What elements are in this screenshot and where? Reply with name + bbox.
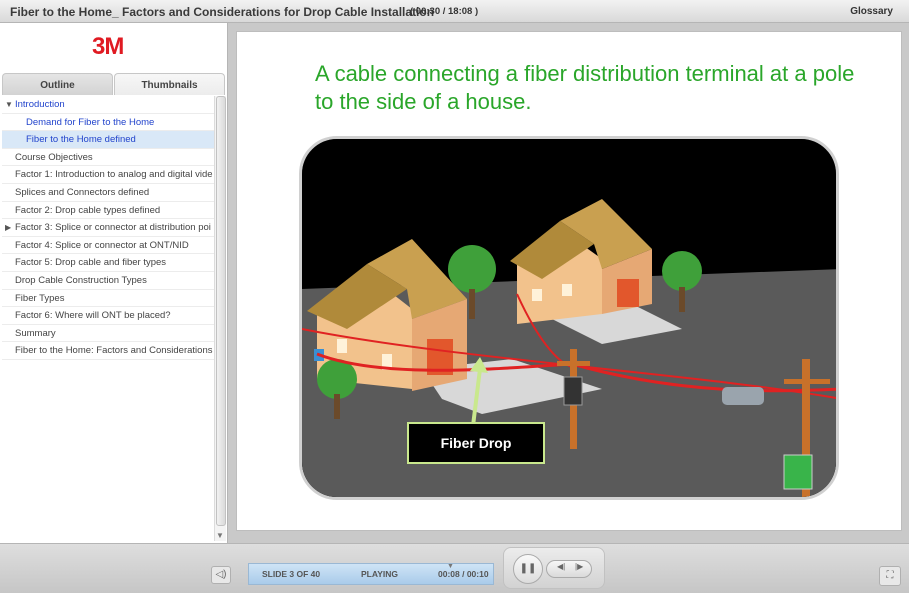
player-controls: ◁) ▼ SLIDE 3 OF 40 PLAYING 00:08 / 00:10…: [0, 543, 909, 593]
outline-item-factor-3[interactable]: ▶ Factor 3: Splice or connector at distr…: [2, 219, 214, 237]
slide-time: 00:08 / 00:10: [438, 569, 489, 579]
rewind-icon[interactable]: ◀|: [557, 562, 565, 571]
outline-scrollbar[interactable]: ▼: [214, 96, 226, 541]
outline-item-course-objectives[interactable]: Course Objectives: [2, 149, 214, 167]
slide-heading: A cable connecting a fiber distribution …: [315, 61, 855, 114]
outline-item-closing[interactable]: Fiber to the Home: Factors and Considera…: [2, 342, 214, 360]
forward-icon[interactable]: |▶: [575, 562, 583, 571]
outline-item-factor-4[interactable]: Factor 4: Splice or connector at ONT/NID: [2, 237, 214, 255]
outline-list: ▼ Introduction Demand for Fiber to the H…: [2, 96, 214, 540]
playback-button-group: ❚❚ ◀| |▶: [503, 547, 605, 589]
fiber-drop-callout: Fiber Drop: [407, 422, 545, 464]
fiber-drop-illustration: [299, 136, 839, 500]
collapsed-triangle-icon[interactable]: ▶: [5, 219, 11, 236]
outline-item-factor-6[interactable]: Factor 6: Where will ONT be placed?: [2, 307, 214, 325]
tab-thumbnails[interactable]: Thumbnails: [114, 73, 225, 95]
fullscreen-icon[interactable]: ⛶: [879, 566, 901, 586]
outline-item-splices[interactable]: Splices and Connectors defined: [2, 184, 214, 202]
speaker-icon[interactable]: ◁): [211, 566, 231, 584]
outline-item-introduction[interactable]: ▼ Introduction: [2, 96, 214, 114]
outline-item-label: Factor 3: Splice or connector at distrib…: [15, 222, 211, 234]
outline-item-fiber-types[interactable]: Fiber Types: [2, 290, 214, 308]
scroll-down-arrow-icon[interactable]: ▼: [216, 531, 224, 540]
outline-item-factor-2[interactable]: Factor 2: Drop cable types defined: [2, 202, 214, 220]
outline-item-factor-5[interactable]: Factor 5: Drop cable and fiber types: [2, 254, 214, 272]
course-duration: ( 00:30 / 18:08 ): [410, 6, 479, 17]
pause-icon[interactable]: ❚❚: [513, 554, 543, 584]
outline-item-summary[interactable]: Summary: [2, 325, 214, 343]
playback-status-bar[interactable]: ▼ SLIDE 3 OF 40 PLAYING 00:08 / 00:10: [248, 563, 494, 585]
expand-triangle-icon[interactable]: ▼: [5, 96, 13, 113]
course-title: Fiber to the Home_ Factors and Considera…: [10, 5, 435, 19]
playback-status: PLAYING: [361, 569, 399, 579]
slide-counter: SLIDE 3 OF 40: [262, 569, 321, 579]
outline-item-demand[interactable]: Demand for Fiber to the Home: [2, 114, 214, 132]
outline-item-fiber-defined[interactable]: Fiber to the Home defined: [2, 131, 214, 149]
scroll-thumb[interactable]: [216, 96, 226, 526]
tab-outline[interactable]: Outline: [2, 73, 113, 95]
3m-logo: 3M: [92, 33, 124, 60]
sidebar: 3M Outline Thumbnails ▼ Introduction Dem…: [0, 23, 228, 543]
outline-item-label: Introduction: [15, 99, 65, 110]
sidebar-tabs: Outline Thumbnails: [2, 73, 226, 95]
title-bar: Fiber to the Home_ Factors and Considera…: [0, 0, 909, 23]
outline-item-factor-1[interactable]: Factor 1: Introduction to analog and dig…: [2, 166, 214, 184]
slide-content: A cable connecting a fiber distribution …: [236, 31, 902, 531]
slide-navigation: ◀| |▶: [546, 560, 592, 578]
outline-item-drop-cable-types[interactable]: Drop Cable Construction Types: [2, 272, 214, 290]
glossary-button[interactable]: Glossary: [850, 6, 893, 17]
neighborhood-scene-image: [302, 139, 836, 497]
